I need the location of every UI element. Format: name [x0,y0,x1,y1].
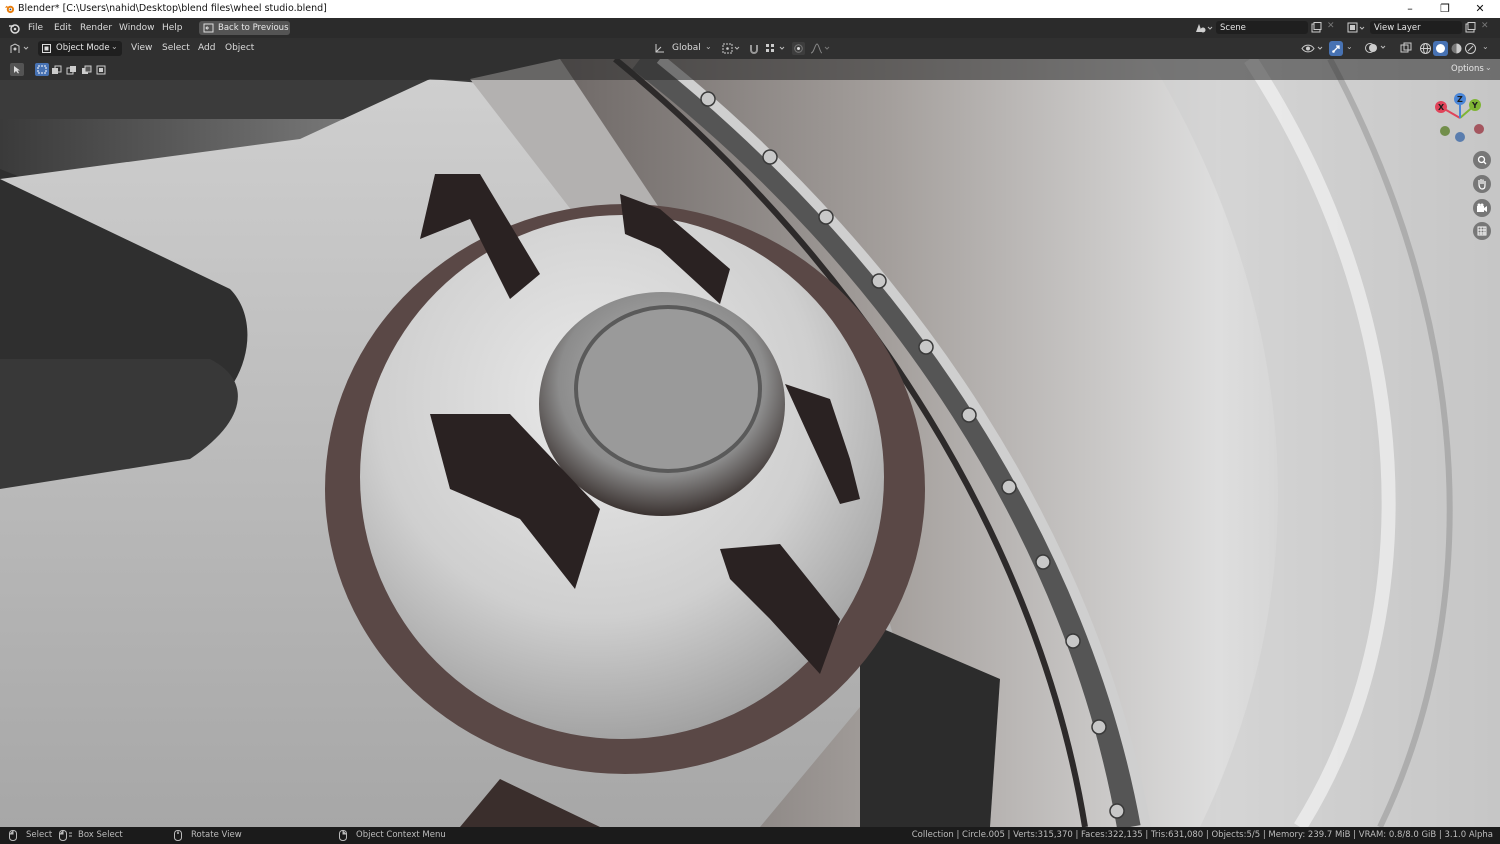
gizmo-x-label: X [1438,103,1445,112]
shading-chevron-icon[interactable]: ⌄ [1482,42,1489,51]
status-select: Select [26,830,53,840]
proportional-editing-icon [794,44,803,53]
back-icon [203,23,214,33]
menu-add[interactable]: Add [198,43,215,53]
falloff-icon[interactable] [809,42,831,55]
view-layer-icon[interactable] [1346,21,1366,35]
pivot-point-icon[interactable] [721,42,741,55]
zoom-button[interactable] [1473,151,1491,169]
rendered-shading-icon[interactable] [1464,42,1477,55]
tool-settings-row: Options ⌄ [0,59,1500,80]
mode-label: Object Mode [56,43,110,53]
mouse-right-icon [339,830,347,841]
cursor-icon [14,66,20,74]
menu-file[interactable]: File [28,23,43,33]
wireframe-shading-icon[interactable] [1419,42,1432,55]
scene-statistics: Collection | Circle.005 | Verts:315,370 … [911,830,1493,840]
xray-icon[interactable] [1400,42,1412,54]
menu-view[interactable]: View [131,43,152,53]
orientation-chevron-icon: ⌄ [705,42,712,51]
material-preview-icon[interactable] [1450,42,1463,55]
remove-view-layer-icon[interactable]: ✕ [1481,21,1489,31]
blender-menu-icon[interactable] [8,22,20,34]
grid-icon [1477,226,1487,236]
pan-button[interactable] [1473,175,1491,193]
close-button[interactable]: ✕ [1462,0,1498,18]
minimize-button[interactable]: – [1392,0,1428,18]
status-rotate-view: Rotate View [191,830,242,840]
menu-edit[interactable]: Edit [54,23,71,33]
camera-icon [1477,203,1487,212]
gizmo-toggle[interactable] [1329,41,1343,56]
restore-button[interactable]: ❐ [1427,0,1463,18]
new-scene-icon[interactable] [1311,22,1322,33]
select-intersect-icon[interactable] [96,65,107,75]
scene-icon[interactable] [1193,21,1213,35]
mouse-drag-icon [59,830,72,841]
view-layer-field[interactable]: View Layer [1370,21,1462,34]
3d-viewport[interactable] [0,59,1500,827]
menu-window[interactable]: Window [119,23,155,33]
snap-icon[interactable] [748,42,760,55]
blender-logo-icon [4,5,15,14]
solid-shading-toggle[interactable] [1433,41,1448,56]
wheel-render [0,59,1500,827]
menu-object[interactable]: Object [225,43,254,53]
back-to-previous-button[interactable]: Back to Previous [199,21,290,35]
status-bar: Select Box Select Rotate View Object Con… [0,827,1500,844]
mode-selector[interactable]: Object Mode ⌄ [38,41,122,56]
view-layer-name: View Layer [1374,23,1421,33]
mouse-left-icon [9,830,17,841]
viewport-header: Object Mode ⌄ View Select Add Object Glo… [0,38,1500,59]
window-titlebar: Blender* [C:\Users\nahid\Desktop\blend f… [0,0,1500,18]
gizmo-icon [1332,45,1340,53]
status-box-select: Box Select [78,830,123,840]
orientation-selector[interactable]: Global [672,43,701,53]
top-menu-bar: File Edit Render Window Help Back to Pre… [0,18,1500,38]
status-context-menu: Object Context Menu [356,830,446,840]
select-new-mode-button[interactable] [35,63,49,76]
remove-scene-icon[interactable]: ✕ [1327,21,1335,31]
gizmo-z-label: Z [1457,95,1463,104]
zoom-icon [1477,155,1487,165]
mouse-middle-icon [174,830,182,841]
options-dropdown[interactable]: Options [1451,64,1484,74]
gizmo-chevron-icon[interactable]: ⌄ [1346,42,1353,51]
select-subtract-icon[interactable] [66,65,77,75]
options-chevron-icon[interactable]: ⌄ [1485,63,1492,72]
solid-shading-icon [1436,44,1445,53]
back-to-previous-label: Back to Previous [218,23,289,33]
overlays-icon[interactable] [1364,41,1388,55]
ortho-toggle-button[interactable] [1473,222,1491,240]
menu-select[interactable]: Select [162,43,190,53]
camera-view-button[interactable] [1473,199,1491,217]
proportional-editing-toggle[interactable] [792,42,805,55]
menu-help[interactable]: Help [162,23,183,33]
scene-field[interactable]: Scene [1216,21,1308,34]
chevron-down-icon: ⌄ [111,42,118,51]
new-view-layer-icon[interactable] [1465,22,1476,33]
select-difference-icon[interactable] [81,65,92,75]
select-extend-icon[interactable] [51,65,62,75]
object-mode-icon [42,44,51,53]
gizmo-y-label: Y [1472,101,1478,110]
window-title: Blender* [C:\Users\nahid\Desktop\blend f… [18,3,327,14]
select-tool-button[interactable] [10,63,24,76]
scene-name: Scene [1220,23,1246,33]
editor-type-icon[interactable] [9,42,31,55]
transform-orientation-icon [655,44,664,53]
visibility-icon[interactable] [1301,42,1325,55]
select-new-icon [37,65,47,74]
snap-target-icon[interactable] [764,42,788,55]
hand-icon [1478,179,1486,190]
menu-render[interactable]: Render [80,23,112,33]
